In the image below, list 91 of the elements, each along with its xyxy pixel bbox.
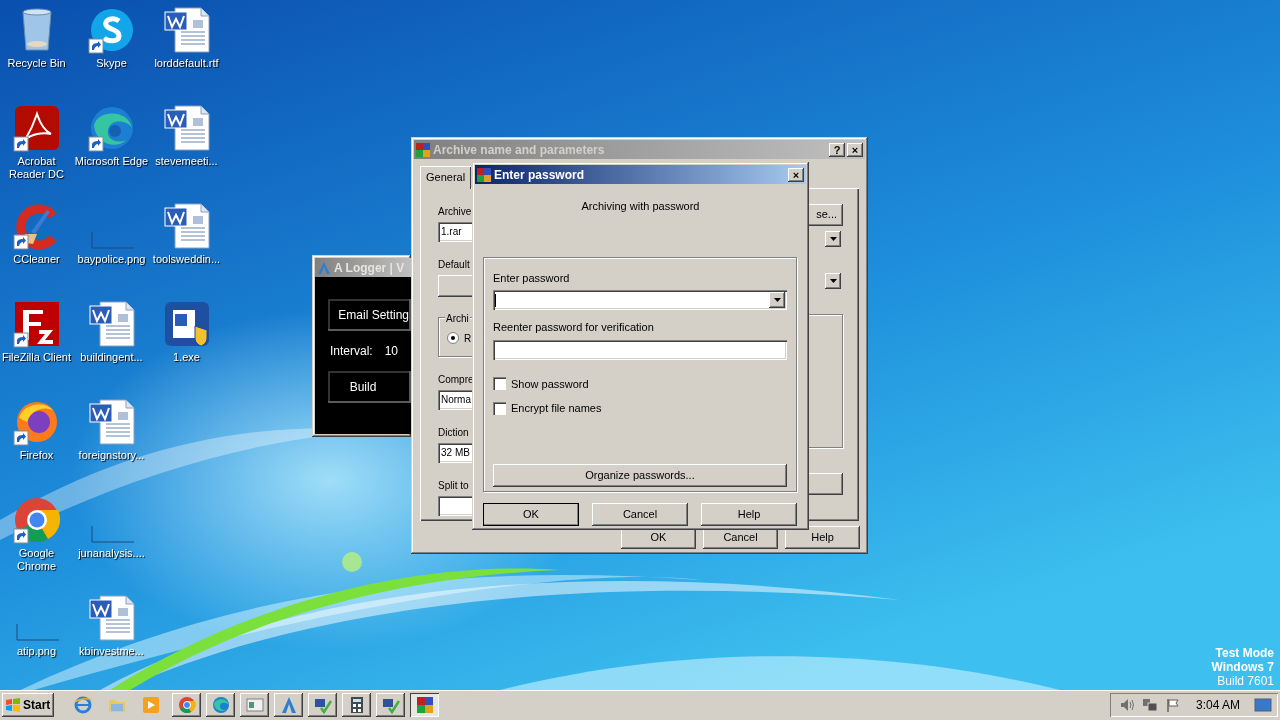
document-icon[interactable] (87, 398, 136, 446)
desktop-icon-label[interactable]: Skype (96, 57, 127, 70)
os-notice-text: Windows 7 (1211, 660, 1274, 674)
document-icon[interactable] (87, 594, 136, 642)
dropdown-button[interactable] (769, 292, 785, 308)
installer-icon (313, 696, 332, 714)
caret-icon (829, 278, 837, 283)
field-label: Default (438, 257, 470, 272)
start-button[interactable]: Start (2, 693, 54, 717)
media-player-icon (141, 696, 160, 714)
document-icon[interactable] (87, 300, 136, 348)
taskbar-button[interactable] (206, 693, 235, 717)
field-label: Compre (438, 372, 474, 387)
caret-icon (829, 236, 837, 241)
help-button[interactable]: ? (829, 142, 845, 157)
password-field[interactable] (493, 290, 787, 310)
tab[interactable]: General (420, 166, 472, 189)
document-icon[interactable] (162, 202, 211, 250)
network-icon[interactable] (1141, 698, 1158, 712)
field-label: Enter password (493, 270, 571, 286)
dialog-button[interactable]: Cancel (592, 502, 688, 526)
flag-icon[interactable] (1165, 698, 1180, 712)
desktop-icon-label[interactable]: Acrobat Reader DC (9, 155, 64, 181)
archiver-icon (477, 167, 491, 182)
app-icon (279, 696, 298, 714)
taskbar-button[interactable] (274, 693, 303, 717)
taskbar-button[interactable] (240, 693, 269, 717)
desktop-icon-label[interactable]: buildingent... (80, 351, 143, 364)
taskbar-button[interactable] (410, 693, 439, 717)
browser-icon (211, 696, 230, 714)
dropdown-button[interactable] (825, 230, 841, 247)
chat-app-shortcut-icon[interactable] (87, 6, 136, 54)
checkbox-label[interactable]: Encrypt file names (511, 400, 602, 417)
taskbar-button[interactable] (308, 693, 337, 717)
taskbar-button[interactable] (376, 693, 405, 717)
desktop-icon-label[interactable]: baypolice.png (77, 253, 146, 266)
reader-app-shortcut-icon[interactable] (12, 104, 61, 152)
os-notice-text: Build 7601 (1217, 674, 1274, 688)
browser-icon (73, 696, 92, 714)
desktop-icon-label[interactable]: Recycle Bin (7, 57, 66, 70)
browser-shortcut-icon[interactable] (87, 104, 136, 152)
checkbox[interactable] (493, 401, 506, 415)
dialog-button[interactable]: Help (785, 525, 860, 549)
build-button[interactable]: Build (328, 371, 411, 403)
desktop-icon-label[interactable]: stevemeeti... (155, 155, 218, 168)
checkbox-label[interactable]: Show password (511, 375, 589, 392)
archiver-icon (415, 696, 434, 714)
document-icon[interactable] (162, 104, 211, 152)
radio-button[interactable] (447, 332, 459, 344)
email-settings-button[interactable]: Email Setting (328, 299, 411, 331)
windows-logo-icon (5, 698, 21, 712)
close-button[interactable]: × (788, 167, 804, 182)
desktop-icon-label[interactable]: toolsweddin... (152, 253, 221, 266)
field-label: Split to (438, 478, 469, 493)
document-icon[interactable] (162, 6, 211, 54)
desktop-icon-label[interactable]: Firefox (19, 449, 54, 462)
ftp-app-shortcut-icon[interactable] (12, 300, 61, 348)
caret-icon (773, 298, 781, 302)
field-label: Reenter password for verification (493, 320, 655, 335)
logo-icon (317, 260, 331, 275)
interval-label: Interval: (330, 343, 373, 360)
interval-value: 10 (384, 343, 399, 360)
window-title: Enter password (494, 166, 585, 184)
dropdown-button[interactable] (825, 272, 841, 289)
browser-icon (177, 696, 196, 714)
close-button[interactable]: × (847, 142, 863, 157)
desktop-icon-label[interactable]: CCleaner (13, 253, 60, 266)
taskbar-button[interactable] (172, 693, 201, 717)
installer-icon (381, 696, 400, 714)
verify-password-field[interactable] (493, 339, 787, 360)
browser-shortcut-icon[interactable] (12, 496, 61, 544)
window-title: Archive name and parameters (433, 141, 605, 159)
desktop-icon-label[interactable]: lorddefault.rtf (154, 57, 219, 70)
speaker-icon[interactable] (1119, 698, 1134, 712)
desktop-icon-label[interactable]: Microsoft Edge (74, 155, 149, 168)
organize-passwords-button[interactable]: Organize passwords... (493, 463, 787, 487)
dialog-button[interactable]: Help (701, 502, 797, 526)
clock[interactable]: 3:04 AM (1195, 696, 1240, 714)
window-icon (245, 696, 264, 714)
desktop-icon-label[interactable]: FileZilla Client (1, 351, 72, 364)
os-notice-text: Test Mode (1215, 646, 1274, 660)
field-label: Diction (438, 425, 469, 440)
radio-label[interactable]: R (464, 330, 472, 346)
taskbar-button[interactable] (342, 693, 371, 717)
dialog-button[interactable]: OK (483, 502, 579, 526)
dialog-heading: Archiving with password (580, 199, 701, 214)
program-icon[interactable] (162, 300, 211, 348)
desktop-icon-label[interactable]: 1.exe (173, 351, 200, 364)
archiver-icon (416, 142, 430, 157)
field-label: Archive (438, 204, 472, 219)
checkbox[interactable] (493, 377, 506, 391)
